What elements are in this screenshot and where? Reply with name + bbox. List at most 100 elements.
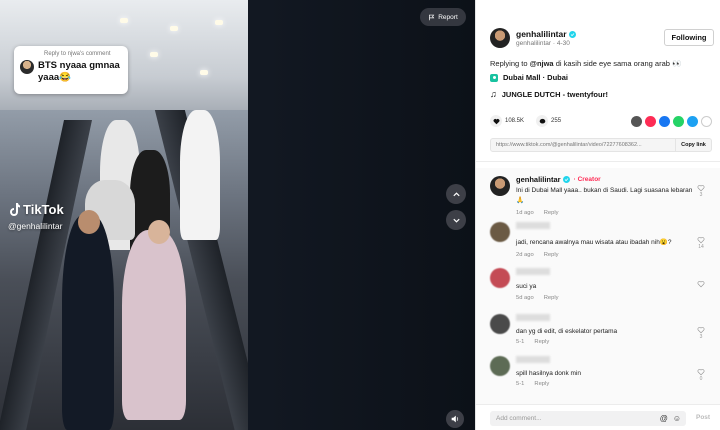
reply-button[interactable]: Reply xyxy=(544,252,559,258)
share-arrow-icon[interactable] xyxy=(701,115,712,127)
report-button[interactable]: Report xyxy=(420,8,466,26)
reply-button[interactable]: Reply xyxy=(534,339,549,345)
heart-outline-icon xyxy=(697,237,705,244)
comment-text: spill hasilnya donk min xyxy=(516,370,582,377)
author-subtitle: genhalilintar · 4-30 xyxy=(516,40,570,47)
heart-outline-icon xyxy=(697,281,705,288)
mention-link[interactable]: @njwa xyxy=(530,59,554,68)
author-name[interactable]: genhalilintar xyxy=(516,29,576,39)
comment-like[interactable]: 14 xyxy=(696,236,706,250)
previous-video-button[interactable] xyxy=(446,184,466,204)
comment-time: 1d ago xyxy=(516,210,534,216)
comment-like-count: 0 xyxy=(699,376,703,382)
comment-text: dan yg di edit, di eskelator pertama xyxy=(516,328,618,335)
comment-time: 2d ago xyxy=(516,252,534,258)
comment-like[interactable]: 0 xyxy=(696,368,706,382)
comment-item: jadi, rencana awalnya mau wisata atau ib… xyxy=(490,220,710,264)
comment-like[interactable]: 3 xyxy=(696,184,706,198)
blurred-username xyxy=(516,268,550,275)
speaker-icon xyxy=(451,415,459,423)
facebook-icon[interactable] xyxy=(659,115,670,127)
ceiling-light xyxy=(215,20,223,25)
commenter-avatar[interactable] xyxy=(490,356,510,376)
music-note-icon: ♫ xyxy=(490,89,497,99)
embed-icon[interactable] xyxy=(631,115,642,127)
music-row[interactable]: ♫ JUNGLE DUTCH - twentyfour! xyxy=(490,89,608,99)
comment-meta: 5-1 Reply xyxy=(516,339,549,345)
comment-time: 5-1 xyxy=(516,381,525,387)
commenter-name[interactable]: genhalilintar · Creator xyxy=(516,175,601,184)
author-avatar[interactable] xyxy=(490,28,510,48)
tiktok-video-page: Reply to njwa's comment BTS nyaaa gmnaa … xyxy=(0,0,720,430)
commenter-avatar[interactable] xyxy=(490,314,510,334)
comment-like-count: 14 xyxy=(698,244,704,250)
verified-icon xyxy=(562,176,570,183)
whatsapp-icon[interactable] xyxy=(673,115,684,127)
copy-link-button[interactable]: Copy link xyxy=(675,139,711,151)
author-username[interactable]: genhalilintar xyxy=(516,29,567,39)
tiktok-watermark-text: TikTok xyxy=(23,202,64,217)
author-header: genhalilintar genhalilintar · 4-30 Follo… xyxy=(490,28,716,52)
description-prefix: Replying to xyxy=(490,59,528,68)
engagement-row: 108.5K 255 xyxy=(490,114,712,128)
send-to-friends-icon[interactable] xyxy=(645,115,656,127)
mention-icon[interactable]: @ xyxy=(660,414,668,423)
post-description: Replying to @njwa di kasih side eye sama… xyxy=(490,58,710,69)
flag-icon xyxy=(429,14,435,20)
person xyxy=(180,110,220,240)
tiktok-logo-icon xyxy=(10,202,20,216)
chevron-down-icon xyxy=(452,218,460,223)
info-panel: genhalilintar genhalilintar · 4-30 Follo… xyxy=(475,0,720,430)
comment-meta: 1d ago Reply xyxy=(516,210,559,216)
person xyxy=(62,215,114,430)
tiktok-watermark: TikTok xyxy=(8,202,64,217)
comments-list[interactable]: genhalilintar · Creator Ini di Dubai Mal… xyxy=(476,168,720,404)
reply-button[interactable]: Reply xyxy=(544,295,559,301)
ceiling-light xyxy=(150,52,158,57)
location-pin-icon xyxy=(490,73,498,82)
comment-count: 255 xyxy=(551,118,562,124)
music-title[interactable]: JUNGLE DUTCH - twentyfour! xyxy=(502,90,608,99)
comment-like-count: 3 xyxy=(699,334,703,340)
reply-button[interactable]: Reply xyxy=(534,381,549,387)
person xyxy=(122,230,186,420)
comment-item: spill hasilnya donk min 5-1 Reply 0 xyxy=(490,354,710,394)
location-row[interactable]: Dubai Mall · Dubai xyxy=(490,73,568,82)
heart-outline-icon xyxy=(697,327,705,334)
sound-toggle-button[interactable] xyxy=(446,410,464,428)
person-head xyxy=(148,220,170,244)
twitter-icon[interactable] xyxy=(687,115,698,127)
like-stat[interactable]: 108.5K xyxy=(490,115,524,127)
reply-comment-card: Reply to njwa's comment BTS nyaaa gmnaa … xyxy=(14,46,128,94)
following-button[interactable]: Following xyxy=(664,29,714,46)
comment-like[interactable] xyxy=(696,280,706,288)
comment-author[interactable]: genhalilintar xyxy=(516,175,561,184)
commenter-avatar[interactable] xyxy=(490,176,510,196)
comment-input[interactable]: Add comment... @ ☺ xyxy=(490,411,686,426)
comment-meta: 5-1 Reply xyxy=(516,381,549,387)
commenter-avatar[interactable] xyxy=(490,268,510,288)
video-url: https://www.tiktok.com/@genhalilintar/vi… xyxy=(496,142,642,148)
comment-like[interactable]: 3 xyxy=(696,326,706,340)
video-player-area[interactable]: Reply to njwa's comment BTS nyaaa gmnaa … xyxy=(0,0,475,430)
comment-text: Ini di Dubai Mall yaaa.. bukan di Saudi.… xyxy=(516,187,693,204)
report-label: Report xyxy=(438,13,458,21)
heart-outline-icon xyxy=(697,185,705,192)
comment-text: jadi, rencana awalnya mau wisata atau ib… xyxy=(516,239,672,246)
next-video-button[interactable] xyxy=(446,210,466,230)
video-frame[interactable]: Reply to njwa's comment BTS nyaaa gmnaa … xyxy=(0,0,248,430)
ceiling-light xyxy=(170,26,178,31)
commenter-avatar xyxy=(20,60,34,74)
reply-button[interactable]: Reply xyxy=(544,210,559,216)
emoji-icon[interactable]: ☺ xyxy=(673,414,681,423)
post-button[interactable]: Post xyxy=(696,414,710,421)
blurred-username xyxy=(516,356,550,363)
comment-item: dan yg di edit, di eskelator pertama 5-1… xyxy=(490,312,710,352)
commenter-avatar[interactable] xyxy=(490,222,510,242)
comment-icon[interactable] xyxy=(536,115,549,127)
comment-stat[interactable]: 255 xyxy=(536,115,561,127)
location-label[interactable]: Dubai Mall · Dubai xyxy=(503,73,568,82)
heart-icon[interactable] xyxy=(490,115,502,127)
verified-icon xyxy=(568,30,576,38)
blurred-username xyxy=(516,314,550,321)
